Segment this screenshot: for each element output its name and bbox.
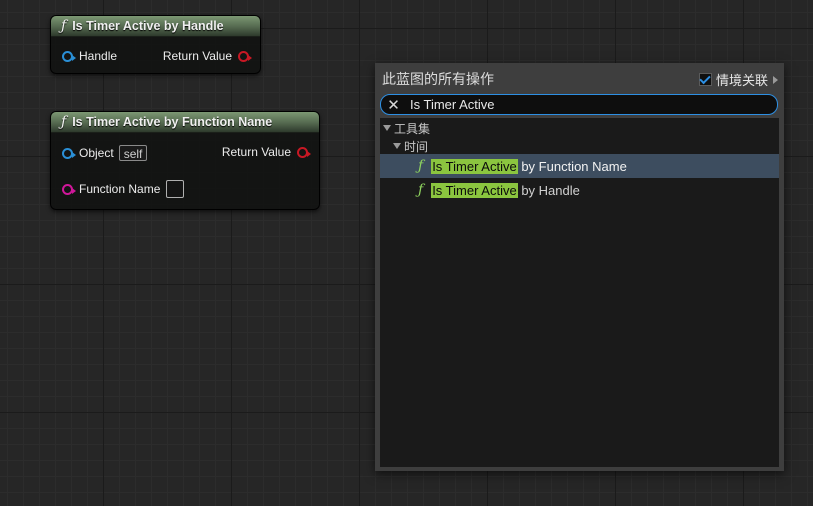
pin-label: Return Value <box>221 145 291 159</box>
pin-label: Object <box>79 146 114 160</box>
pin-connector-icon[interactable] <box>62 183 76 195</box>
category-label: 时间 <box>404 139 429 154</box>
search-input[interactable] <box>404 97 770 112</box>
pin-label: Return Value <box>162 49 232 63</box>
context-sensitive-checkbox[interactable] <box>698 72 712 86</box>
result-item-by-handle[interactable]: ƒ Is Timer Active by Handle <box>380 178 779 202</box>
pin-label: Handle <box>79 49 118 63</box>
function-icon: ƒ <box>418 158 424 174</box>
handle-input-pin[interactable]: Handle <box>62 49 117 63</box>
search-box[interactable]: ✕ <box>380 94 778 115</box>
search-match-highlight: Is Timer Active <box>431 182 518 198</box>
result-label-rest: by Handle <box>517 182 580 198</box>
action-menu: 此蓝图的所有操作 情境关联 ✕ 工具集 时间 ƒ Is Timer Active… <box>375 63 784 471</box>
result-label-rest: by Function Name <box>517 158 627 174</box>
function-icon: ƒ <box>418 182 424 198</box>
blueprint-node-timer-by-handle[interactable]: ƒ Is Timer Active by Handle Handle Retur… <box>50 15 261 74</box>
context-sensitive-toggle[interactable]: 情境关联 <box>698 70 778 89</box>
object-default-value-field[interactable]: self <box>118 145 148 161</box>
category-utilities[interactable]: 工具集 <box>383 120 430 136</box>
search-match-highlight: Is Timer Active <box>431 158 518 174</box>
pin-connector-icon[interactable] <box>62 147 76 159</box>
function-name-value-field[interactable] <box>166 180 185 198</box>
function-icon: ƒ <box>61 18 67 34</box>
node-header[interactable]: ƒ Is Timer Active by Function Name <box>51 112 319 133</box>
object-input-pin[interactable]: Object self <box>62 145 148 161</box>
context-sensitive-label: 情境关联 <box>715 74 768 89</box>
close-icon[interactable]: ✕ <box>383 96 404 114</box>
category-time[interactable]: 时间 <box>393 138 428 154</box>
blueprint-node-timer-by-function-name[interactable]: ƒ Is Timer Active by Function Name Objec… <box>50 111 320 210</box>
function-name-input-pin[interactable]: Function Name <box>62 180 185 198</box>
pin-connector-icon[interactable] <box>297 146 311 158</box>
node-header[interactable]: ƒ Is Timer Active by Handle <box>51 16 260 37</box>
collapse-arrow-icon[interactable] <box>383 125 391 131</box>
function-icon: ƒ <box>61 114 67 130</box>
node-title: Is Timer Active by Handle <box>72 19 224 33</box>
return-value-output-pin[interactable]: Return Value <box>221 145 311 159</box>
pin-label: Function Name <box>79 182 161 196</box>
expand-arrow-icon[interactable] <box>773 75 778 84</box>
collapse-arrow-icon[interactable] <box>393 143 401 149</box>
pin-connector-icon[interactable] <box>238 50 252 62</box>
results-tree: 工具集 时间 ƒ Is Timer Active by Function Nam… <box>380 118 779 467</box>
pin-connector-icon[interactable] <box>62 50 76 62</box>
checkmark-icon <box>699 72 712 84</box>
return-value-output-pin[interactable]: Return Value <box>162 49 252 63</box>
node-title: Is Timer Active by Function Name <box>72 115 273 129</box>
menu-title: 此蓝图的所有操作 <box>382 72 494 88</box>
result-item-by-function-name[interactable]: ƒ Is Timer Active by Function Name <box>380 154 779 178</box>
category-label: 工具集 <box>394 121 431 136</box>
